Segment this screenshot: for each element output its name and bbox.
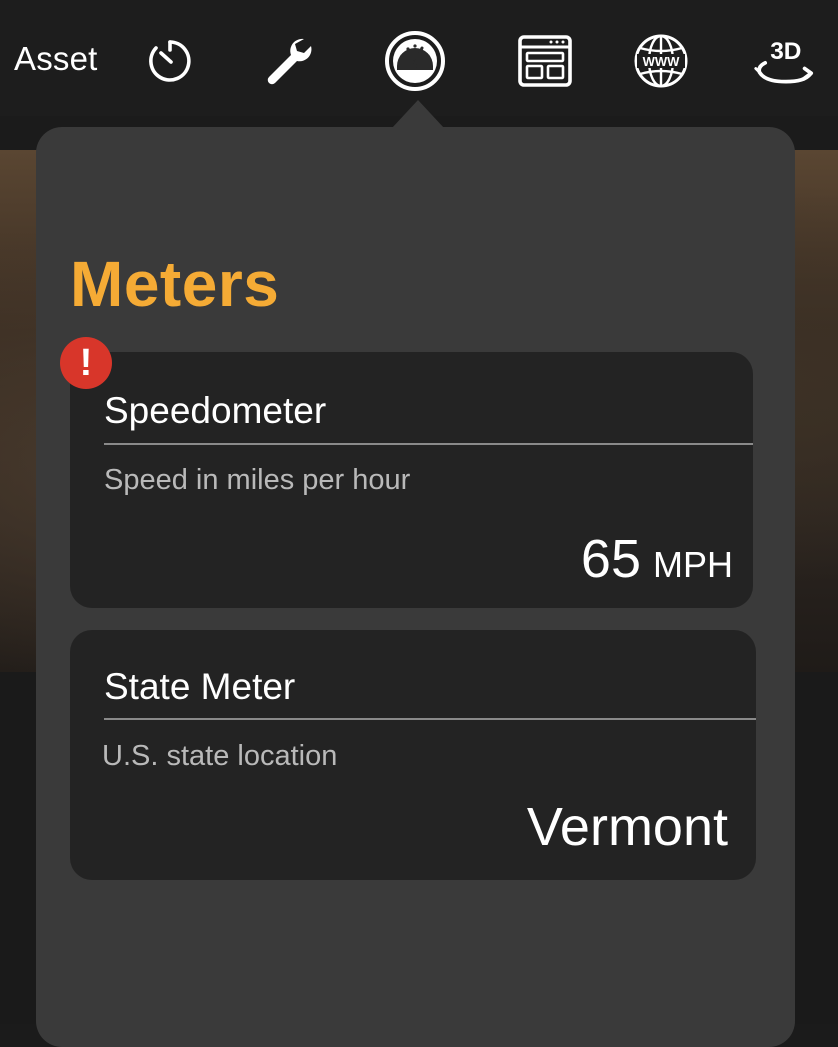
alert-badge[interactable]: !	[60, 337, 112, 389]
popover-arrow	[392, 100, 444, 128]
tab-meters[interactable]	[384, 30, 446, 92]
layout-icon	[518, 35, 572, 87]
globe-www-label: WWW	[643, 54, 681, 69]
alert-icon: !	[79, 342, 93, 384]
toolbar-title: Asset	[14, 40, 98, 77]
meter-divider	[104, 443, 753, 445]
meter-name: State Meter	[104, 666, 296, 707]
tab-3d[interactable]: 3D	[752, 30, 814, 92]
meter-value: 65 MPH	[581, 528, 733, 590]
toolbar: Asset WWW 3D	[0, 0, 838, 116]
tab-timer[interactable]	[139, 30, 201, 92]
rotate-3d-icon: 3D	[754, 38, 814, 84]
popover-title: Meters	[70, 248, 280, 320]
meter-value-number: 65	[580, 529, 641, 589]
gauge-icon	[385, 31, 445, 91]
globe-www-icon: WWW	[634, 34, 688, 88]
rotate-3d-label: 3D	[770, 38, 801, 65]
tab-layout[interactable]	[514, 30, 576, 92]
timer-icon	[149, 40, 191, 82]
meter-card-state[interactable]: State Meter U.S. state location Vermont	[70, 630, 756, 880]
meter-description: U.S. state location	[102, 740, 338, 772]
meter-description: Speed in miles per hour	[104, 464, 411, 496]
wrench-icon	[267, 38, 312, 85]
meter-divider	[104, 718, 756, 720]
meter-value-unit: MPH	[653, 544, 733, 585]
tab-web[interactable]: WWW	[630, 30, 692, 92]
meter-value-text: Vermont	[526, 797, 728, 857]
meter-value: Vermont	[527, 796, 728, 858]
tab-wrench[interactable]	[256, 30, 318, 92]
meter-name: Speedometer	[104, 390, 327, 431]
meter-card-speedometer[interactable]: Speedometer Speed in miles per hour 65 MP…	[70, 352, 753, 608]
